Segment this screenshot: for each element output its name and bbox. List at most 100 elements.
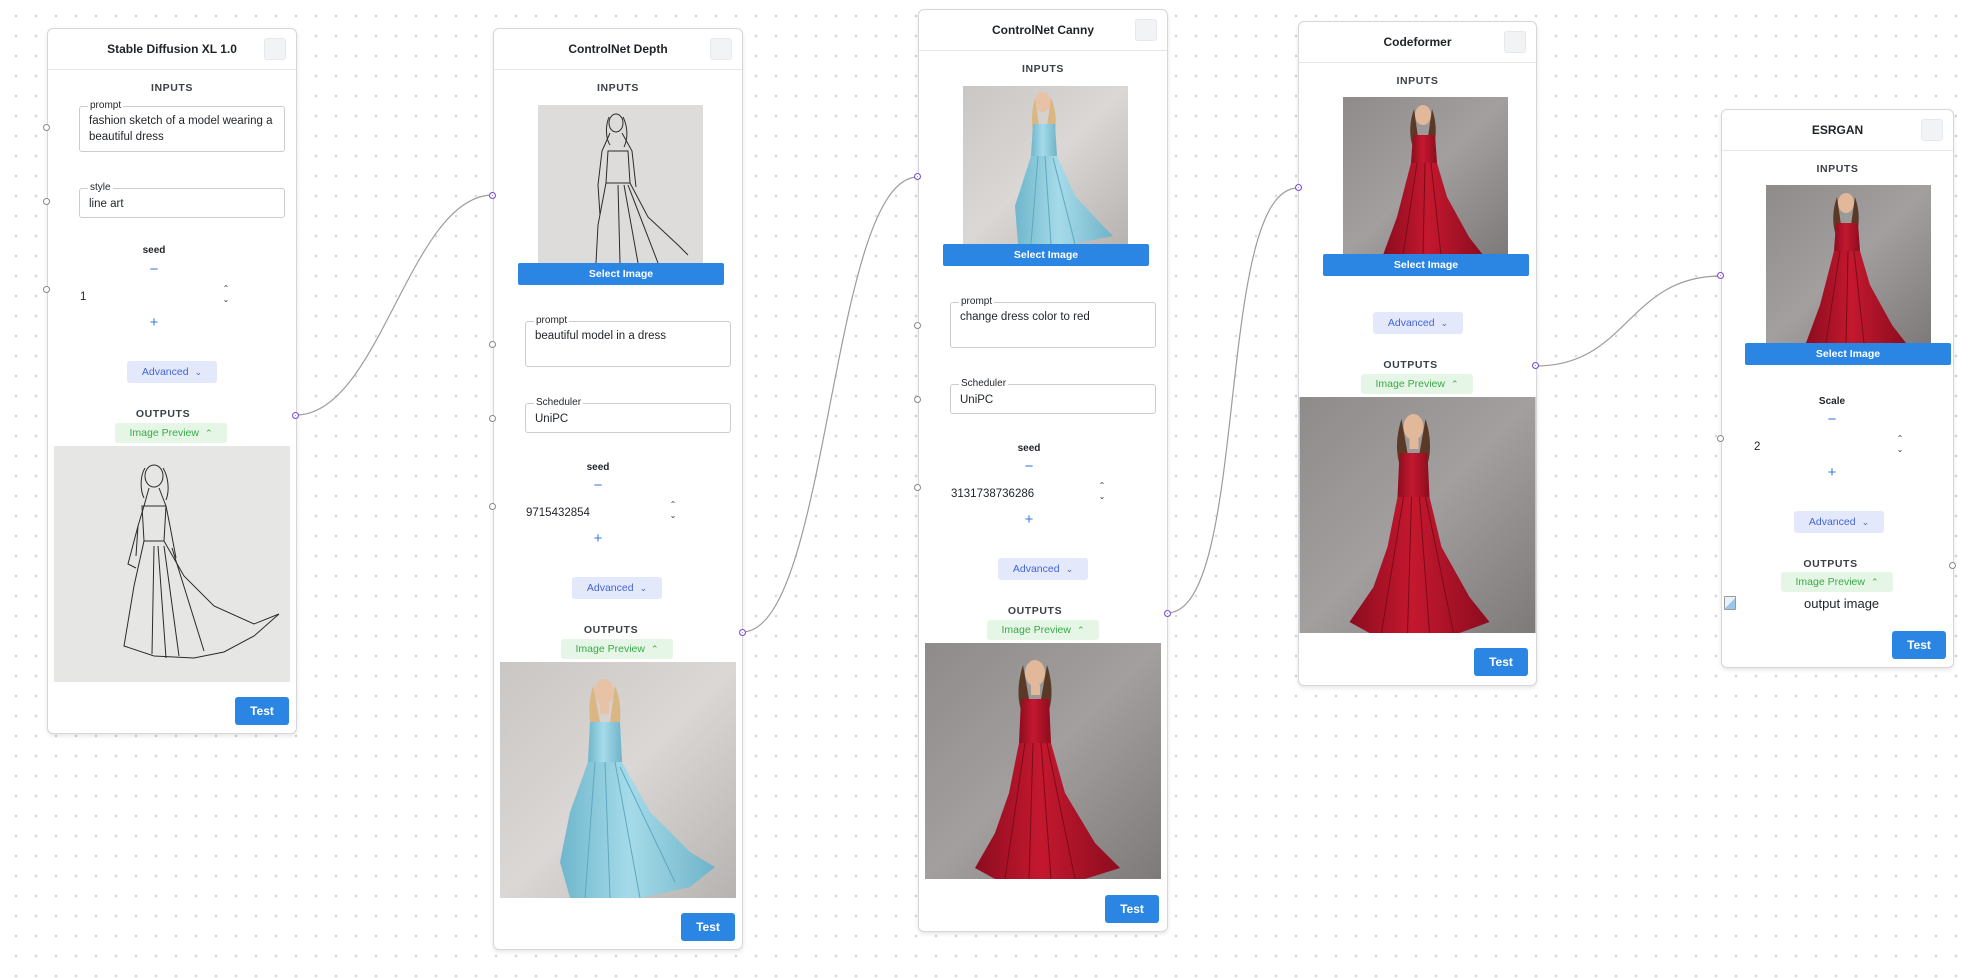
style-input-handle[interactable]: [43, 198, 50, 205]
input-image-handle[interactable]: [1295, 184, 1302, 191]
test-button[interactable]: Test: [1105, 895, 1159, 923]
seed-spin-up-icon[interactable]: ⌃: [1097, 481, 1107, 490]
advanced-label: Advanced: [141, 366, 189, 378]
node-header[interactable]: Codeformer: [1299, 22, 1536, 63]
chevron-up-icon: ⌃: [1870, 577, 1879, 587]
output-handle[interactable]: [739, 629, 746, 636]
prompt-value[interactable]: change dress color to red: [960, 309, 1146, 325]
node-codeformer[interactable]: Codeformer INPUTS Select Image Advanced ⌄…: [1298, 21, 1537, 686]
image-preview-toggle[interactable]: Image Preview ⌃: [1781, 572, 1893, 592]
image-preview-label: Image Preview: [129, 427, 199, 439]
node-stable-diffusion-xl[interactable]: Stable Diffusion XL 1.0 INPUTS prompt fa…: [47, 28, 297, 734]
test-button[interactable]: Test: [681, 913, 735, 941]
node-title: ControlNet Canny: [992, 23, 1094, 37]
seed-increment-button[interactable]: +: [590, 531, 606, 546]
node-menu-icon[interactable]: [264, 38, 286, 60]
scheduler-value[interactable]: UniPC: [535, 411, 721, 427]
node-title: ControlNet Depth: [568, 42, 668, 56]
node-esrgan[interactable]: ESRGAN INPUTS Select Image Scale − 2 ⌃ ⌄…: [1721, 109, 1954, 668]
select-image-button[interactable]: Select Image: [1745, 343, 1951, 365]
image-preview-toggle[interactable]: Image Preview ⌃: [1361, 374, 1473, 394]
scale-spin-down-icon[interactable]: ⌄: [1895, 445, 1905, 454]
select-image-button[interactable]: Select Image: [518, 263, 724, 285]
output-image: [54, 446, 290, 682]
prompt-value[interactable]: beautiful model in a dress: [535, 328, 721, 344]
test-button[interactable]: Test: [1474, 648, 1528, 676]
advanced-label: Advanced: [586, 582, 634, 594]
output-handle[interactable]: [1532, 362, 1539, 369]
prompt-input-handle[interactable]: [43, 124, 50, 131]
advanced-button[interactable]: Advanced ⌄: [998, 558, 1088, 580]
prompt-input-handle[interactable]: [914, 322, 921, 329]
node-header[interactable]: ControlNet Depth: [494, 29, 742, 70]
output-handle[interactable]: [292, 412, 299, 419]
image-preview-toggle[interactable]: Image Preview ⌃: [987, 620, 1099, 640]
input-image: [538, 105, 703, 263]
output-handle[interactable]: [1164, 610, 1171, 617]
seed-input[interactable]: 1: [80, 291, 86, 303]
input-image-handle[interactable]: [914, 173, 921, 180]
select-image-button[interactable]: Select Image: [943, 244, 1149, 266]
node-menu-icon[interactable]: [1135, 19, 1157, 41]
node-header[interactable]: ESRGAN: [1722, 110, 1953, 151]
broken-image-icon: [1724, 596, 1736, 610]
seed-input-handle[interactable]: [914, 484, 921, 491]
style-field[interactable]: style line art: [79, 181, 285, 218]
prompt-field[interactable]: prompt beautiful model in a dress: [525, 314, 731, 367]
advanced-label: Advanced: [1387, 317, 1435, 329]
seed-decrement-button[interactable]: −: [1021, 459, 1037, 474]
scheduler-field[interactable]: Scheduler UniPC: [950, 377, 1156, 414]
input-image-handle[interactable]: [1717, 272, 1724, 279]
output-image: [925, 643, 1161, 879]
seed-input[interactable]: 9715432854: [526, 507, 590, 519]
scale-increment-button[interactable]: +: [1824, 465, 1840, 480]
node-controlnet-depth[interactable]: ControlNet Depth INPUTS Select Image pro…: [493, 28, 743, 950]
select-image-button[interactable]: Select Image: [1323, 254, 1529, 276]
scale-input[interactable]: 2: [1754, 441, 1760, 453]
advanced-button[interactable]: Advanced ⌄: [1794, 511, 1884, 533]
seed-spin-down-icon[interactable]: ⌄: [1097, 492, 1107, 501]
seed-increment-button[interactable]: +: [146, 315, 162, 330]
scheduler-label: Scheduler: [959, 377, 1009, 391]
image-preview-toggle[interactable]: Image Preview ⌃: [561, 639, 673, 659]
input-image-handle[interactable]: [489, 192, 496, 199]
output-handle[interactable]: [1949, 562, 1956, 569]
prompt-input-handle[interactable]: [489, 341, 496, 348]
output-image-alt: output image: [1804, 596, 1880, 611]
node-title: Stable Diffusion XL 1.0: [107, 42, 237, 56]
advanced-button[interactable]: Advanced ⌄: [572, 577, 662, 599]
seed-input[interactable]: 3131738736286: [951, 488, 1034, 500]
node-header[interactable]: ControlNet Canny: [919, 10, 1167, 51]
seed-spin-down-icon[interactable]: ⌄: [221, 295, 231, 304]
seed-increment-button[interactable]: +: [1021, 512, 1037, 527]
scheduler-input-handle[interactable]: [914, 396, 921, 403]
seed-spin-down-icon[interactable]: ⌄: [668, 511, 678, 520]
scale-decrement-button[interactable]: −: [1824, 412, 1840, 427]
prompt-value[interactable]: fashion sketch of a model wearing a beau…: [89, 113, 275, 145]
advanced-button[interactable]: Advanced ⌄: [1373, 312, 1463, 334]
scheduler-input-handle[interactable]: [489, 415, 496, 422]
node-menu-icon[interactable]: [710, 38, 732, 60]
prompt-field[interactable]: prompt change dress color to red: [950, 295, 1156, 348]
node-menu-icon[interactable]: [1504, 31, 1526, 53]
seed-decrement-button[interactable]: −: [590, 478, 606, 493]
seed-spin-up-icon[interactable]: ⌃: [668, 500, 678, 509]
image-preview-toggle[interactable]: Image Preview ⌃: [115, 423, 227, 443]
seed-input-handle[interactable]: [489, 503, 496, 510]
scheduler-field[interactable]: Scheduler UniPC: [525, 396, 731, 433]
seed-spin-up-icon[interactable]: ⌃: [221, 284, 231, 293]
node-menu-icon[interactable]: [1921, 119, 1943, 141]
scale-input-handle[interactable]: [1717, 435, 1724, 442]
node-controlnet-canny[interactable]: ControlNet Canny INPUTS Select Image pro…: [918, 9, 1168, 932]
test-button[interactable]: Test: [235, 697, 289, 725]
style-value[interactable]: line art: [89, 196, 275, 212]
node-header[interactable]: Stable Diffusion XL 1.0: [48, 29, 296, 70]
scale-spin-up-icon[interactable]: ⌃: [1895, 434, 1905, 443]
advanced-button[interactable]: Advanced ⌄: [127, 361, 217, 383]
scheduler-value[interactable]: UniPC: [960, 392, 1146, 408]
seed-input-handle[interactable]: [43, 286, 50, 293]
seed-decrement-button[interactable]: −: [146, 262, 162, 277]
test-button[interactable]: Test: [1892, 631, 1946, 659]
prompt-field[interactable]: prompt fashion sketch of a model wearing…: [79, 99, 285, 152]
outputs-label: OUTPUTS: [1383, 359, 1438, 371]
